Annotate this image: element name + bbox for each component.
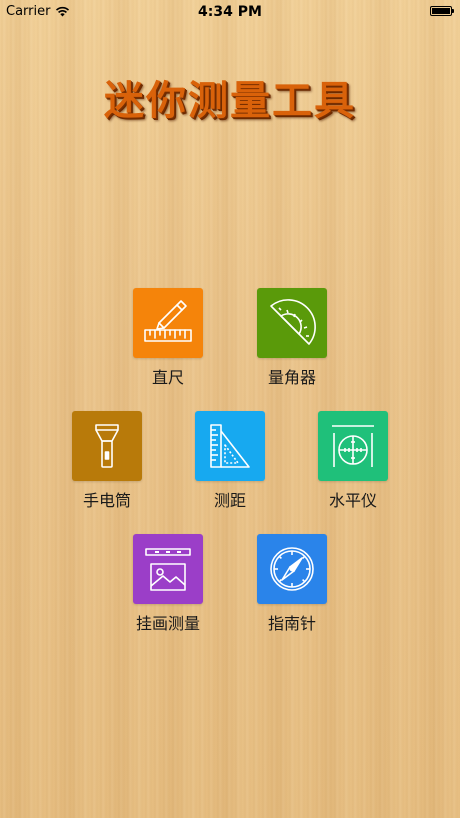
- compass-icon: [270, 547, 314, 591]
- tool-flashlight[interactable]: 手电筒: [52, 411, 162, 511]
- picture-tile[interactable]: [133, 534, 203, 604]
- tool-distance[interactable]: 测距: [175, 411, 285, 511]
- protractor-label: 量角器: [267, 368, 316, 387]
- tool-level[interactable]: 水平仪: [298, 411, 408, 511]
- picture-label: 挂画测量: [135, 614, 200, 633]
- battery-icon: [430, 6, 454, 16]
- distance-label: 测距: [213, 491, 246, 510]
- tool-compass[interactable]: 指南针: [237, 534, 347, 634]
- protractor-tile[interactable]: [257, 288, 327, 358]
- level-tile[interactable]: [318, 411, 388, 481]
- status-bar: Carrier 4:34 PM: [0, 0, 460, 24]
- flashlight-icon: [95, 424, 119, 468]
- tool-picture[interactable]: 挂画测量: [113, 534, 223, 634]
- distance-tile[interactable]: [195, 411, 265, 481]
- picture-frame-icon: [145, 548, 191, 591]
- ruler-pencil-icon: [144, 300, 192, 342]
- compass-label: 指南针: [267, 614, 316, 633]
- flashlight-label: 手电筒: [82, 491, 131, 510]
- level-crosshair-icon: [332, 425, 374, 467]
- protractor-icon: [270, 299, 316, 345]
- battery-fill: [432, 8, 450, 14]
- ruler-tile[interactable]: [133, 288, 203, 358]
- tool-protractor[interactable]: 量角器: [237, 288, 347, 388]
- app-title: 迷你测量工具: [104, 77, 356, 124]
- status-time: 4:34 PM: [198, 4, 262, 20]
- tool-ruler[interactable]: 直尺: [113, 288, 223, 388]
- ruler-label: 直尺: [151, 368, 184, 387]
- set-square-icon: [210, 424, 250, 468]
- level-label: 水平仪: [328, 491, 377, 510]
- flashlight-tile[interactable]: [72, 411, 142, 481]
- compass-tile[interactable]: [257, 534, 327, 604]
